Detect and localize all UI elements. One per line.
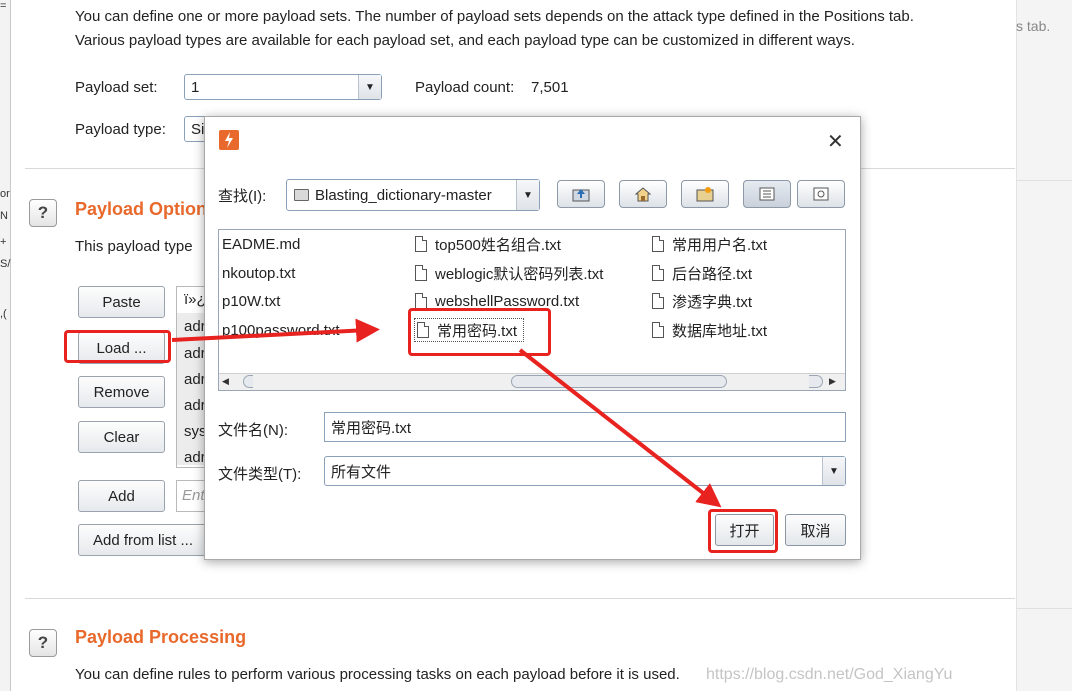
arrow-to-file [171,318,380,343]
watermark: https://blog.csdn.net/God_XiangYu [706,666,953,683]
annotation-arrows [171,318,722,508]
arrow-to-open [518,348,722,508]
